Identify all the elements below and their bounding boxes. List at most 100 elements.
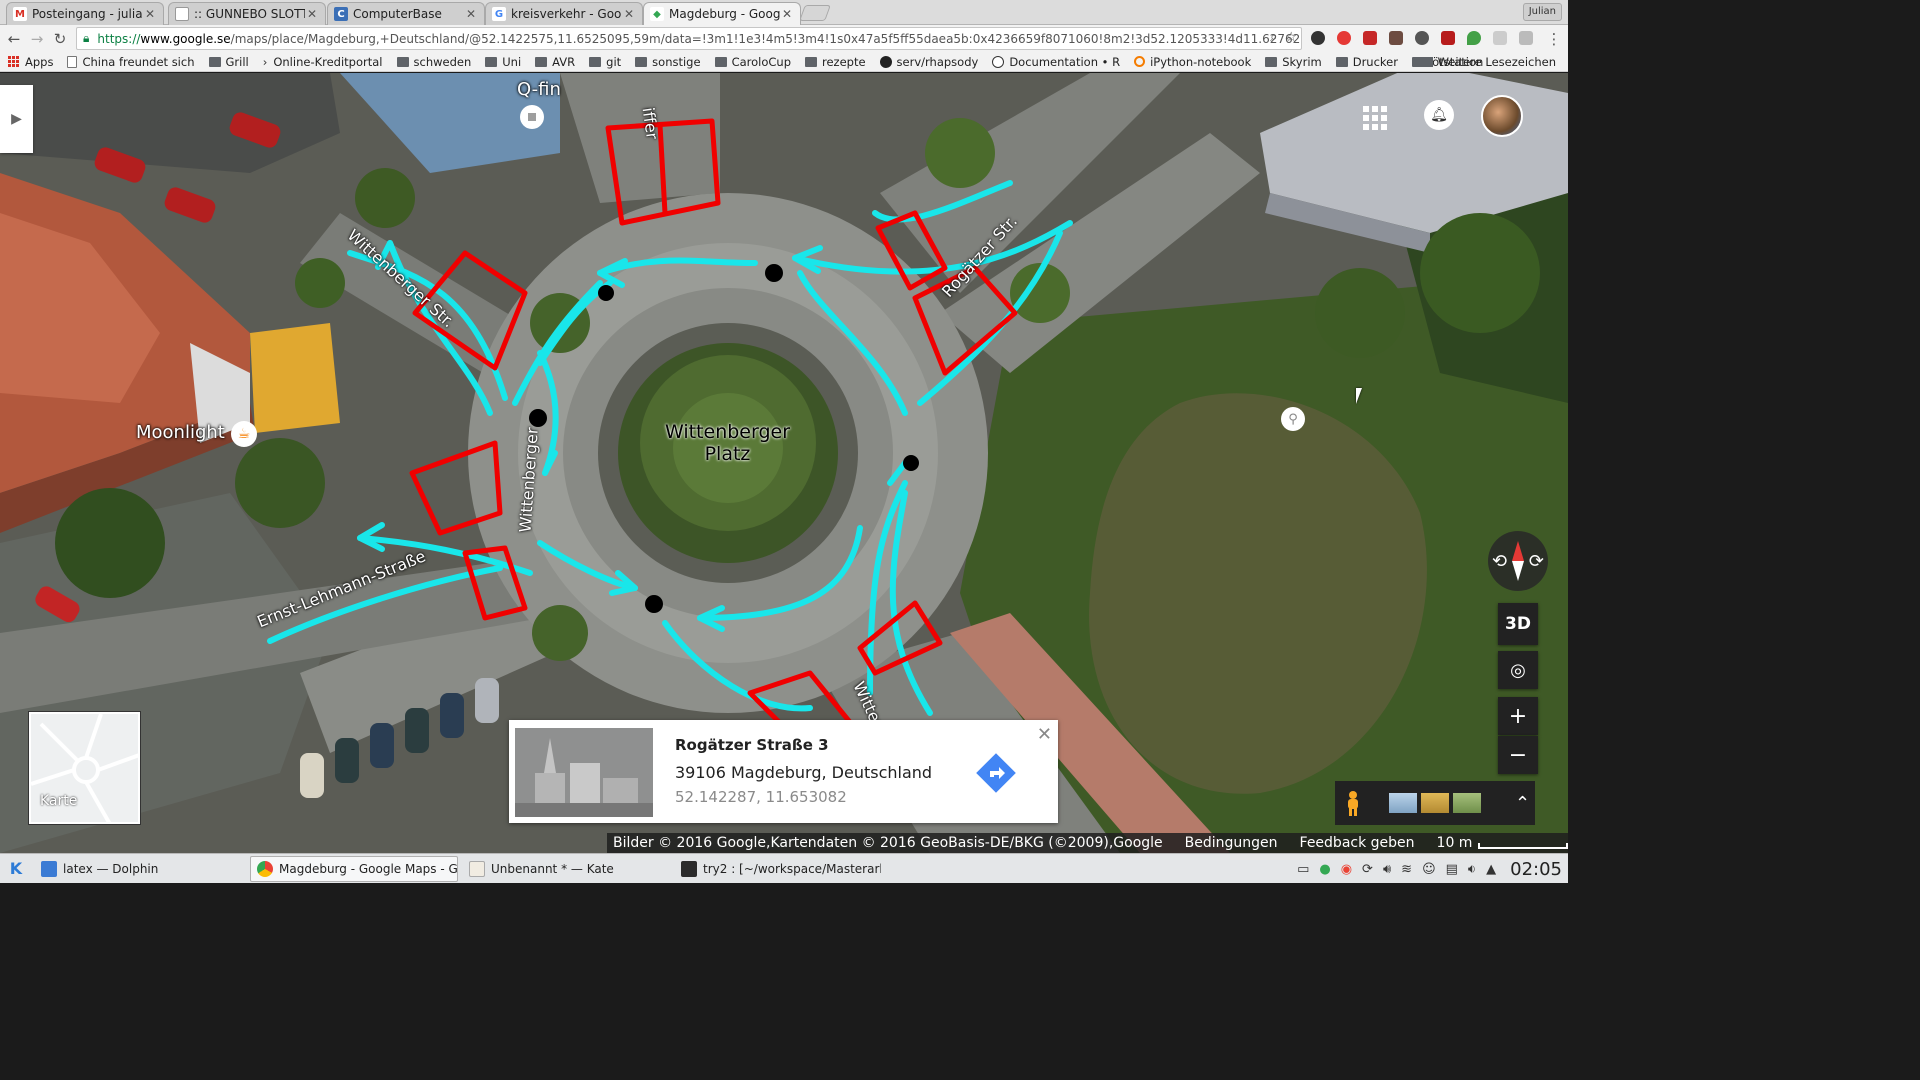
bookmark-folder[interactable]: Drucker: [1335, 54, 1398, 69]
maps-pin-icon[interactable]: ●: [1319, 862, 1330, 877]
close-icon[interactable]: ✕: [780, 7, 794, 21]
terms-link[interactable]: Bedingungen: [1185, 835, 1278, 851]
tab-magdeburg-maps[interactable]: ◆ Magdeburg - Google M ✕: [643, 2, 801, 25]
bookmark-folder[interactable]: Uni: [485, 55, 521, 69]
imagery-thumbnail[interactable]: [1389, 793, 1417, 813]
extension-icon[interactable]: [1467, 31, 1481, 45]
side-panel-toggle[interactable]: ▶: [0, 85, 33, 153]
place-label-wittenberger-platz[interactable]: Wittenberger Platz: [640, 421, 815, 465]
close-icon[interactable]: ✕: [464, 7, 478, 21]
clock[interactable]: 02:05: [1510, 859, 1562, 880]
bookmark-label: Drucker: [1352, 54, 1398, 69]
close-icon[interactable]: ✕: [1037, 724, 1052, 745]
avatar[interactable]: [1481, 95, 1523, 137]
bookmark-label: Apps: [25, 54, 54, 69]
reload-icon[interactable]: ↻: [50, 29, 70, 49]
other-bookmarks[interactable]: Weitere Lesezeichen: [1420, 55, 1556, 69]
task-dolphin[interactable]: latex — Dolphin: [34, 856, 246, 882]
user-icon[interactable]: ☺: [1422, 862, 1436, 877]
extension-icon[interactable]: [1363, 31, 1377, 45]
extension-icon[interactable]: [1311, 31, 1325, 45]
bookmark-item[interactable]: › Online-Kreditportal: [263, 55, 383, 69]
rotate-right-icon[interactable]: ⟳: [1529, 551, 1544, 572]
place-coordinates: 52.142287, 11.653082: [675, 788, 847, 806]
update-icon[interactable]: ⟳: [1362, 862, 1373, 877]
profile-button[interactable]: Julian: [1522, 3, 1562, 21]
extension-icon[interactable]: [1441, 31, 1455, 45]
pegman-icon[interactable]: [1345, 790, 1361, 816]
extension-icon[interactable]: [1493, 31, 1507, 45]
bookmark-item[interactable]: serv/rhapsody: [879, 55, 978, 69]
map-layer-toggle[interactable]: Karte: [29, 712, 140, 824]
task-terminal[interactable]: try2 : [~/workspace/Masterarbeit/co: [674, 856, 882, 882]
directions-icon[interactable]: [976, 753, 1016, 793]
poi-label-moonlight[interactable]: Moonlight: [136, 422, 225, 443]
cafe-icon[interactable]: ☕︎: [231, 421, 257, 447]
google-apps-icon[interactable]: [1363, 106, 1387, 130]
bookmark-folder[interactable]: Grill: [208, 55, 249, 69]
bookmark-item[interactable]: iPython-notebook: [1134, 55, 1251, 69]
close-icon[interactable]: ✕: [622, 7, 636, 21]
volume-icon[interactable]: 🔊︎: [1383, 862, 1391, 877]
bookmark-folder[interactable]: AVR: [535, 55, 575, 69]
zoom-in-button[interactable]: +: [1498, 697, 1538, 735]
imagery-thumbnail[interactable]: [1453, 793, 1481, 813]
3d-button[interactable]: 3D: [1498, 603, 1538, 645]
my-location-icon[interactable]: ◎: [1498, 651, 1538, 689]
back-icon[interactable]: ←: [4, 29, 24, 49]
tab-gunnebo[interactable]: :: GUNNEBO SLOTT O ✕: [168, 2, 326, 25]
feedback-link[interactable]: Feedback geben: [1300, 835, 1415, 851]
expand-tray-icon[interactable]: ▲: [1486, 862, 1496, 877]
bookmark-folder[interactable]: rezepte: [805, 55, 866, 69]
address-bar[interactable]: 🔒︎ https://www.google.se/maps/place/Magd…: [76, 27, 1302, 50]
google-maps-icon: ◆: [650, 7, 664, 21]
bookmark-item[interactable]: Documentation • R: [992, 55, 1120, 69]
zoom-icon[interactable]: ⌕: [1270, 30, 1277, 45]
map-canvas[interactable]: ▶ Q-fin Moonlight ☕︎ Wittenberger Platz …: [0, 73, 1568, 853]
menu-icon[interactable]: ⋮: [1544, 29, 1564, 49]
battery-icon[interactable]: ▭: [1297, 862, 1309, 877]
poi-marker-q-fin[interactable]: [520, 105, 544, 129]
adblock-icon[interactable]: [1337, 31, 1351, 45]
bookmark-folder[interactable]: schweden: [396, 55, 471, 69]
task-chrome[interactable]: Magdeburg - Google Maps - Google: [250, 855, 458, 882]
wifi-icon[interactable]: ≋: [1401, 862, 1412, 877]
task-kate[interactable]: Unbenannt * — Kate: [462, 856, 670, 882]
bookmark-folder[interactable]: sonstige: [635, 55, 701, 69]
place-label-line: Platz: [704, 443, 751, 465]
volume-icon[interactable]: 🔉︎: [1468, 862, 1476, 877]
kde-menu-icon[interactable]: K: [2, 855, 30, 883]
poi-label-q-fin[interactable]: Q-fin: [517, 79, 561, 100]
location-pin-icon[interactable]: ⚲: [1281, 407, 1305, 431]
imagery-thumbnail[interactable]: [1421, 793, 1449, 813]
place-address: 39106 Magdeburg, Deutschland: [675, 763, 933, 782]
expand-up-icon[interactable]: ⌃: [1515, 793, 1530, 814]
street-view-thumbnail[interactable]: [515, 728, 653, 817]
chrome-tray-icon[interactable]: ◉: [1341, 862, 1352, 877]
star-icon[interactable]: ☆: [1285, 30, 1297, 45]
compass-control[interactable]: ⟲ ⟳: [1488, 531, 1548, 591]
close-icon[interactable]: ✕: [305, 7, 319, 21]
scale-label[interactable]: 10 m: [1437, 835, 1473, 851]
bookmark-folder[interactable]: git: [589, 55, 621, 69]
tab-label: kreisverkehr - Google: [511, 7, 622, 21]
bookmark-item[interactable]: China freundet sich: [67, 55, 195, 69]
forward-icon[interactable]: →: [27, 29, 47, 49]
tab-gmail[interactable]: M Posteingang - julian.s ✕: [6, 2, 164, 25]
extension-icon[interactable]: [1415, 31, 1429, 45]
bookmark-folder[interactable]: CaroloCup: [714, 55, 791, 69]
extension-icon[interactable]: [1519, 31, 1533, 45]
tab-computerbase[interactable]: C ComputerBase ✕: [327, 2, 485, 25]
folder-icon: [1335, 56, 1348, 67]
clipboard-icon[interactable]: ▤: [1446, 862, 1458, 877]
zoom-out-button[interactable]: −: [1498, 736, 1538, 774]
rotate-left-icon[interactable]: ⟲: [1492, 551, 1507, 572]
extension-icon[interactable]: [1389, 31, 1403, 45]
folder-icon: [1265, 56, 1278, 67]
close-icon[interactable]: ✕: [143, 7, 157, 21]
bookmark-apps[interactable]: Apps: [8, 55, 53, 69]
bookmark-folder[interactable]: Skyrim: [1265, 55, 1322, 69]
tab-kreisverkehr[interactable]: G kreisverkehr - Google ✕: [485, 2, 643, 25]
new-tab-button[interactable]: [799, 5, 831, 21]
notifications-bell-icon[interactable]: 🔔︎: [1424, 100, 1454, 130]
